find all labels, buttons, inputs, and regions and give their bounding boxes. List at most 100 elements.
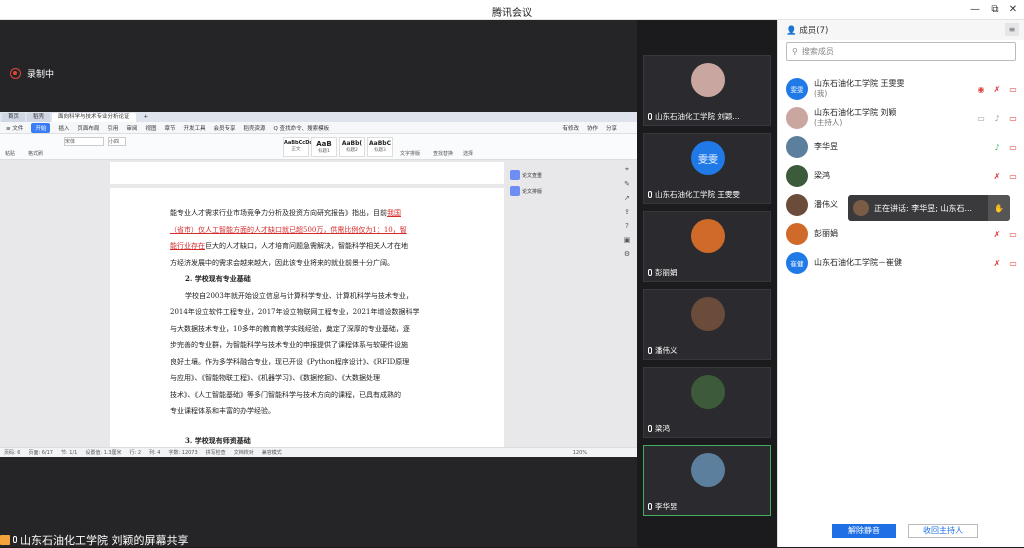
help-icon[interactable]: ? <box>625 222 629 230</box>
mic-muted-icon[interactable]: ✗ <box>992 84 1002 94</box>
hand-icon[interactable]: ✋ <box>988 195 1010 221</box>
paste-button[interactable]: 粘贴 <box>5 150 15 157</box>
tab-home[interactable]: 首页 <box>2 113 26 122</box>
member-search-input[interactable]: ⚲ 搜索成员 <box>786 42 1016 61</box>
compat-mode: 兼容模式 <box>261 450 282 456</box>
camera-off-icon[interactable]: ▭ <box>1008 113 1018 123</box>
edit-icon[interactable]: ✎ <box>624 180 630 188</box>
settings-icon[interactable]: ⚙ <box>624 250 630 258</box>
avatar <box>691 219 725 253</box>
share-button[interactable]: 分享 <box>606 124 617 132</box>
doc-heading: 3. 学校现有师资基础 <box>185 436 251 445</box>
close-button[interactable]: ✕ <box>1006 3 1020 17</box>
record-icon: ◉ <box>977 84 985 94</box>
video-tile-speaking[interactable]: 李华昱 <box>643 445 771 516</box>
mic-active-icon[interactable]: ♪ <box>992 142 1002 152</box>
video-tile[interactable]: 潘伟义 <box>643 289 771 360</box>
doc-side-panel: 论文查重 论文排版 <box>510 170 555 230</box>
video-tile[interactable]: 彭丽娟 <box>643 211 771 282</box>
status-col: 列: 4 <box>149 450 161 456</box>
member-name: 山东石油化工学院－崔健 <box>814 258 902 267</box>
video-tile[interactable]: 雯雯 山东石油化工学院 王雯雯 <box>643 133 771 204</box>
members-header: 👤 成员(7) ≡ <box>778 20 1024 40</box>
member-row[interactable]: 梁鸿 ✗ ▭ <box>786 163 1018 189</box>
avatar <box>691 297 725 331</box>
menu-vip[interactable]: 会员专享 <box>213 124 235 132</box>
menu-review[interactable]: 审阅 <box>126 124 137 132</box>
camera-off-icon[interactable]: ▭ <box>1008 142 1018 152</box>
camera-off-icon[interactable]: ▭ <box>1008 258 1018 268</box>
plagiarism-check-button[interactable]: 论文查重 <box>510 170 555 180</box>
camera-off-icon[interactable]: ▭ <box>1008 229 1018 239</box>
record-icon <box>10 68 21 79</box>
mic-muted-icon[interactable]: ✗ <box>992 258 1002 268</box>
format-painter-button[interactable]: 格式刷 <box>28 150 43 157</box>
member-row[interactable]: 雯雯 山东石油化工学院 王雯雯 (我) ◉ ✗ ▭ <box>786 76 1018 102</box>
menu-layout[interactable]: 页面布局 <box>77 124 99 132</box>
style-heading2[interactable]: AaBb(标题2 <box>339 137 365 157</box>
nav-icon[interactable]: ⌖ <box>625 165 629 174</box>
status-section: 节: 1/1 <box>60 450 78 456</box>
mic-icon[interactable]: ♪ <box>992 113 1002 123</box>
command-search[interactable]: Q 查找命令、搜索模板 <box>274 124 330 132</box>
video-tile[interactable]: 山东石油化工学院 刘颖... <box>643 55 771 126</box>
style-normal[interactable]: AaBbCcDc 正文 <box>283 137 312 157</box>
thesis-layout-button[interactable]: 论文排版 <box>510 186 555 196</box>
member-name: 李华昱 <box>814 142 838 151</box>
tab-document[interactable]: 面向科学与技术专业分析论证 <box>52 113 136 122</box>
share-icon[interactable]: ⇪ <box>624 208 630 216</box>
tile-name: 李华昱 <box>655 502 678 511</box>
video-strip: 山东石油化工学院 刘颖... 雯雯 山东石油化工学院 王雯雯 彭丽娟 潘伟义 梁… <box>637 20 777 547</box>
title-bar: 腾讯会议 — ⧉ ✕ <box>0 0 1024 20</box>
find-replace-button[interactable]: 查找替换 <box>433 150 453 157</box>
mic-muted-icon[interactable]: ✗ <box>992 171 1002 181</box>
unmute-all-button[interactable]: 解除静音 <box>832 524 896 538</box>
camera-off-icon[interactable]: ▭ <box>1008 171 1018 181</box>
font-family-select[interactable]: 宋体 <box>64 137 104 146</box>
cursor-icon[interactable]: ➚ <box>624 194 630 202</box>
new-tab-button[interactable]: + <box>138 113 155 122</box>
menu-reference[interactable]: 引用 <box>107 124 118 132</box>
status-bar: 页码: 6 页面: 6/17 节: 1/1 设置值: 1.3厘米 行: 2 列:… <box>0 447 637 457</box>
video-tile[interactable]: 梁鸿 <box>643 367 771 438</box>
zoom-level[interactable]: 120% <box>573 450 587 456</box>
reclaim-host-button[interactable]: 收回主持人 <box>908 524 978 538</box>
style-heading3[interactable]: AaBbC 标题3 <box>367 137 393 157</box>
doc-line: 方经济发展中的需求会越来越大，因此该专业将来的就业前景十分广阔。 <box>170 258 394 267</box>
menu-devtools[interactable]: 开发工具 <box>183 124 205 132</box>
spellcheck-button[interactable]: 拼写检查 <box>206 449 226 456</box>
screen-share-icon: ▭ <box>977 113 985 123</box>
member-row[interactable]: 李华昱 ♪ ▭ <box>786 134 1018 160</box>
select-button[interactable]: 选择 <box>463 150 473 157</box>
minimize-button[interactable]: — <box>968 3 982 17</box>
style-heading1[interactable]: AaB 标题1 <box>311 137 337 157</box>
font-size-select[interactable]: 小四 <box>108 137 126 146</box>
menu-file[interactable]: ≡ 文件 <box>6 124 23 132</box>
avatar <box>691 453 725 487</box>
avatar <box>786 165 808 187</box>
tab-daoke[interactable]: 稻壳 <box>27 113 51 122</box>
menu-insert[interactable]: 插入 <box>58 124 69 132</box>
camera-off-icon[interactable]: ▭ <box>1008 84 1018 94</box>
member-row[interactable]: 彭丽娟 ✗ ▭ <box>786 221 1018 247</box>
member-role: (我) <box>814 89 828 98</box>
menu-start[interactable]: 开始 <box>31 122 51 133</box>
menu-view[interactable]: 视图 <box>145 124 156 132</box>
speaking-tooltip: 正在讲话: 李华昱; 山东石... ✋ <box>848 195 1010 221</box>
document-page[interactable]: 能专业人才需求行业市场竞争力分析及投资方向研究报告》指出，目前我国 （省市）仅人… <box>110 162 504 447</box>
proofread-button[interactable]: 文档校对 <box>234 449 254 456</box>
image-icon[interactable]: ▣ <box>624 236 631 244</box>
member-row[interactable]: 崔健 山东石油化工学院－崔健 ✗ ▭ <box>786 250 1018 276</box>
collab-button[interactable]: 协作 <box>587 124 598 132</box>
members-menu-icon[interactable]: ≡ <box>1005 23 1019 36</box>
text-layout-button[interactable]: 文字排版 <box>400 150 420 157</box>
maximize-button[interactable]: ⧉ <box>988 3 1002 17</box>
mic-muted-icon[interactable]: ✗ <box>992 229 1002 239</box>
doc-line: 与应用》、《智能物联工程》、《机器学习》、《数据挖掘》、《大数据处理 <box>170 374 380 382</box>
menu-resources[interactable]: 稻壳资源 <box>244 124 266 132</box>
presenter-icon <box>0 534 10 545</box>
recording-indicator[interactable]: 录制中 <box>10 67 54 80</box>
doc-line: 能专业人才需求行业市场竞争力分析及投资方向研究报告》指出，目前我国 <box>170 209 401 217</box>
menu-section[interactable]: 章节 <box>164 124 175 132</box>
member-row[interactable]: 山东石油化工学院 刘颖 (主持人) ▭ ♪ ▭ <box>786 105 1018 131</box>
